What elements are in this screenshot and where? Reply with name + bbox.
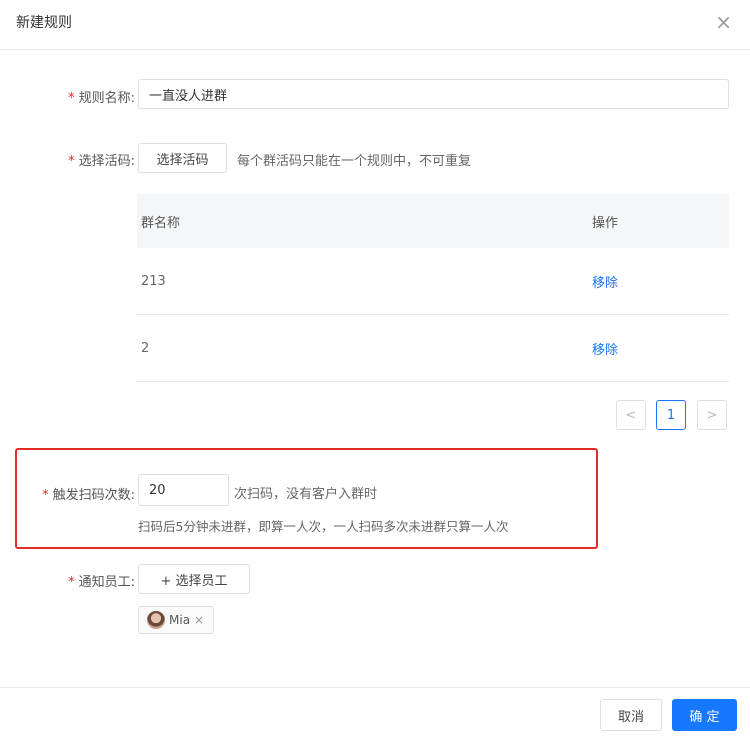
group-table: 群名称 操作 213 移除 2 移除: [137, 194, 729, 382]
required-mark: *: [42, 488, 49, 503]
notify-staff-label: * 通知员工:: [68, 575, 135, 590]
pagination-prev-button[interactable]: <: [616, 400, 646, 430]
table-row: 213 移除: [137, 248, 729, 315]
required-mark: *: [68, 154, 75, 169]
staff-tag: Mia ×: [138, 606, 214, 634]
dialog-title: 新建规则: [16, 15, 72, 31]
rule-name-label: * 规则名称:: [68, 91, 135, 106]
required-mark: *: [68, 91, 75, 106]
select-code-hint: 每个群活码只能在一个规则中，不可重复: [237, 154, 472, 169]
group-name-cell: 213: [141, 273, 166, 289]
trigger-count-hint: 扫码后5分钟未进群，即算一人次，一人扫码多次未进群只算一人次: [138, 519, 509, 534]
trigger-count-suffix: 次扫码，没有客户入群时: [234, 487, 378, 502]
pagination-next-button[interactable]: >: [697, 400, 727, 430]
select-code-button[interactable]: 选择活码: [138, 143, 227, 173]
column-header-action: 操作: [592, 215, 619, 231]
avatar: [147, 611, 165, 629]
table-row: 2 移除: [137, 315, 729, 382]
table-header: 群名称 操作: [137, 194, 729, 248]
group-name-cell: 2: [141, 340, 150, 356]
tag-close-icon[interactable]: ×: [194, 613, 204, 627]
remove-link[interactable]: 移除: [592, 276, 618, 291]
staff-tag-name: Mia: [169, 613, 191, 627]
pagination-page-1[interactable]: 1: [656, 400, 686, 430]
confirm-button[interactable]: 确 定: [672, 699, 737, 731]
rule-name-input[interactable]: 一直没人进群: [138, 79, 729, 109]
cancel-button[interactable]: 取消: [600, 699, 662, 731]
column-header-group-name: 群名称: [141, 215, 181, 231]
dialog-header: 新建规则 ×: [0, 0, 750, 50]
trigger-count-label: * 触发扫码次数:: [42, 488, 135, 503]
select-staff-button[interactable]: + 选择员工: [138, 564, 250, 594]
required-mark: *: [68, 575, 75, 590]
select-code-label: * 选择活码:: [68, 154, 135, 169]
remove-link[interactable]: 移除: [592, 343, 618, 358]
trigger-count-input[interactable]: 20: [138, 474, 229, 506]
close-icon[interactable]: ×: [715, 10, 732, 34]
dialog-footer: 取消 确 定: [0, 687, 750, 739]
